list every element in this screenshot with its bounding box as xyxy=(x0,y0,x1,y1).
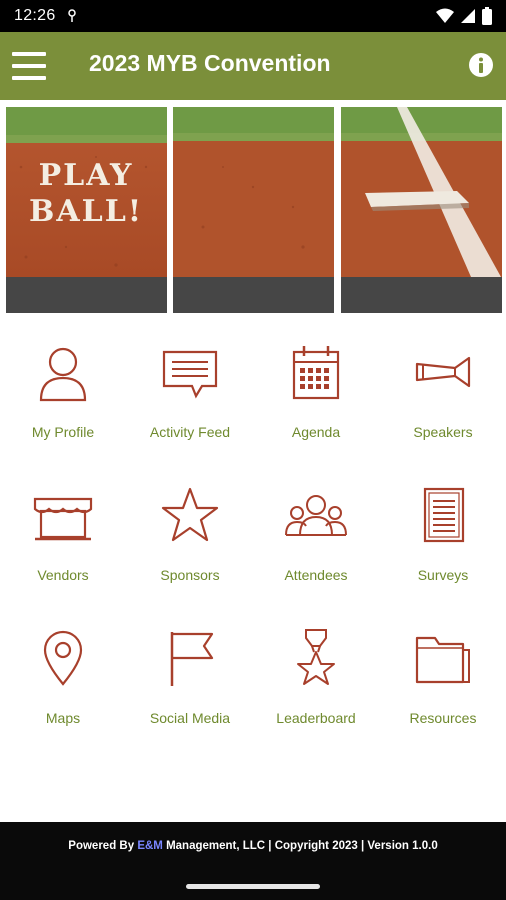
status-time: 12:26 xyxy=(14,7,56,24)
grid-item-sponsors[interactable]: Sponsors xyxy=(127,473,253,603)
infield-dirt-image: PLAY BALL! xyxy=(6,107,167,277)
footer-suffix: Management, LLC | Copyright 2023 | Versi… xyxy=(162,840,438,852)
grid-item-my-profile[interactable]: My Profile xyxy=(0,330,126,460)
grid-item-vendors[interactable]: Vendors xyxy=(0,473,126,603)
person-icon xyxy=(39,347,87,402)
flag-icon xyxy=(170,632,214,686)
app-title: 2023 MYB Convention xyxy=(89,50,331,76)
banner-tile-base xyxy=(341,107,502,313)
usb-icon xyxy=(67,9,76,22)
grid-item-label: Sponsors xyxy=(160,567,220,583)
grid-item-label: Agenda xyxy=(291,424,341,440)
medal-icon xyxy=(297,629,335,685)
infield-dirt-image-2 xyxy=(173,107,334,277)
banner-strip xyxy=(6,277,167,313)
hamburger-menu-icon[interactable] xyxy=(12,52,46,80)
grid-item-maps[interactable]: Maps xyxy=(0,616,126,746)
footer: Powered By E&M Management, LLC | Copyrig… xyxy=(0,822,506,900)
grid-item-label: Leaderboard xyxy=(276,710,356,726)
gesture-nav-handle[interactable] xyxy=(186,884,320,889)
banner-strip xyxy=(173,277,334,313)
grid-item-label: Activity Feed xyxy=(149,424,231,440)
footer-prefix: Powered By xyxy=(68,840,138,852)
grid-item-speakers[interactable]: Speakers xyxy=(380,330,506,460)
grid-item-agenda[interactable]: Agenda xyxy=(253,330,379,460)
grid-item-label: Speakers xyxy=(413,424,473,440)
banner-tile-infield xyxy=(173,107,334,313)
footer-text: Powered By E&M Management, LLC | Copyrig… xyxy=(0,840,506,852)
grid-item-label: Social Media xyxy=(149,710,231,726)
banner-strip xyxy=(341,277,502,313)
grid-item-label: Resources xyxy=(409,710,477,726)
grid-item-label: Maps xyxy=(45,710,81,726)
megaphone-icon xyxy=(415,356,471,388)
info-icon[interactable] xyxy=(468,52,494,78)
banner-tile-play-ball: PLAY BALL! xyxy=(6,107,167,313)
grid-item-leaderboard[interactable]: Leaderboard xyxy=(253,616,379,746)
grid-item-activity-feed[interactable]: Activity Feed xyxy=(127,330,253,460)
star-icon xyxy=(161,487,219,542)
ball-text: BALL! xyxy=(29,194,143,229)
grid-item-label: Vendors xyxy=(37,567,89,583)
document-icon xyxy=(423,487,465,543)
grid-item-label: Surveys xyxy=(417,567,469,583)
map-pin-icon xyxy=(43,630,83,686)
grid-item-resources[interactable]: Resources xyxy=(380,616,506,746)
battery-icon xyxy=(482,7,492,25)
grid-item-social-media[interactable]: Social Media xyxy=(127,616,253,746)
play-text: PLAY xyxy=(39,158,134,193)
cell-signal-icon xyxy=(461,9,475,23)
grid-item-attendees[interactable]: Attendees xyxy=(253,473,379,603)
base-chalk-line-image xyxy=(341,107,502,277)
chat-bubble-icon xyxy=(162,350,218,399)
storefront-icon xyxy=(33,497,93,541)
group-icon xyxy=(285,495,347,536)
grid-item-label: My Profile xyxy=(31,424,95,440)
wifi-icon xyxy=(436,8,454,23)
banner: PLAY BALL! xyxy=(0,107,506,313)
folder-icon xyxy=(415,636,470,684)
app-bar: 2023 MYB Convention xyxy=(0,32,506,100)
grid-item-surveys[interactable]: Surveys xyxy=(380,473,506,603)
status-bar: 12:26 xyxy=(0,0,506,32)
calendar-icon xyxy=(292,346,340,400)
grid-item-label: Attendees xyxy=(284,567,348,583)
footer-brand-link[interactable]: E&M xyxy=(137,840,163,852)
